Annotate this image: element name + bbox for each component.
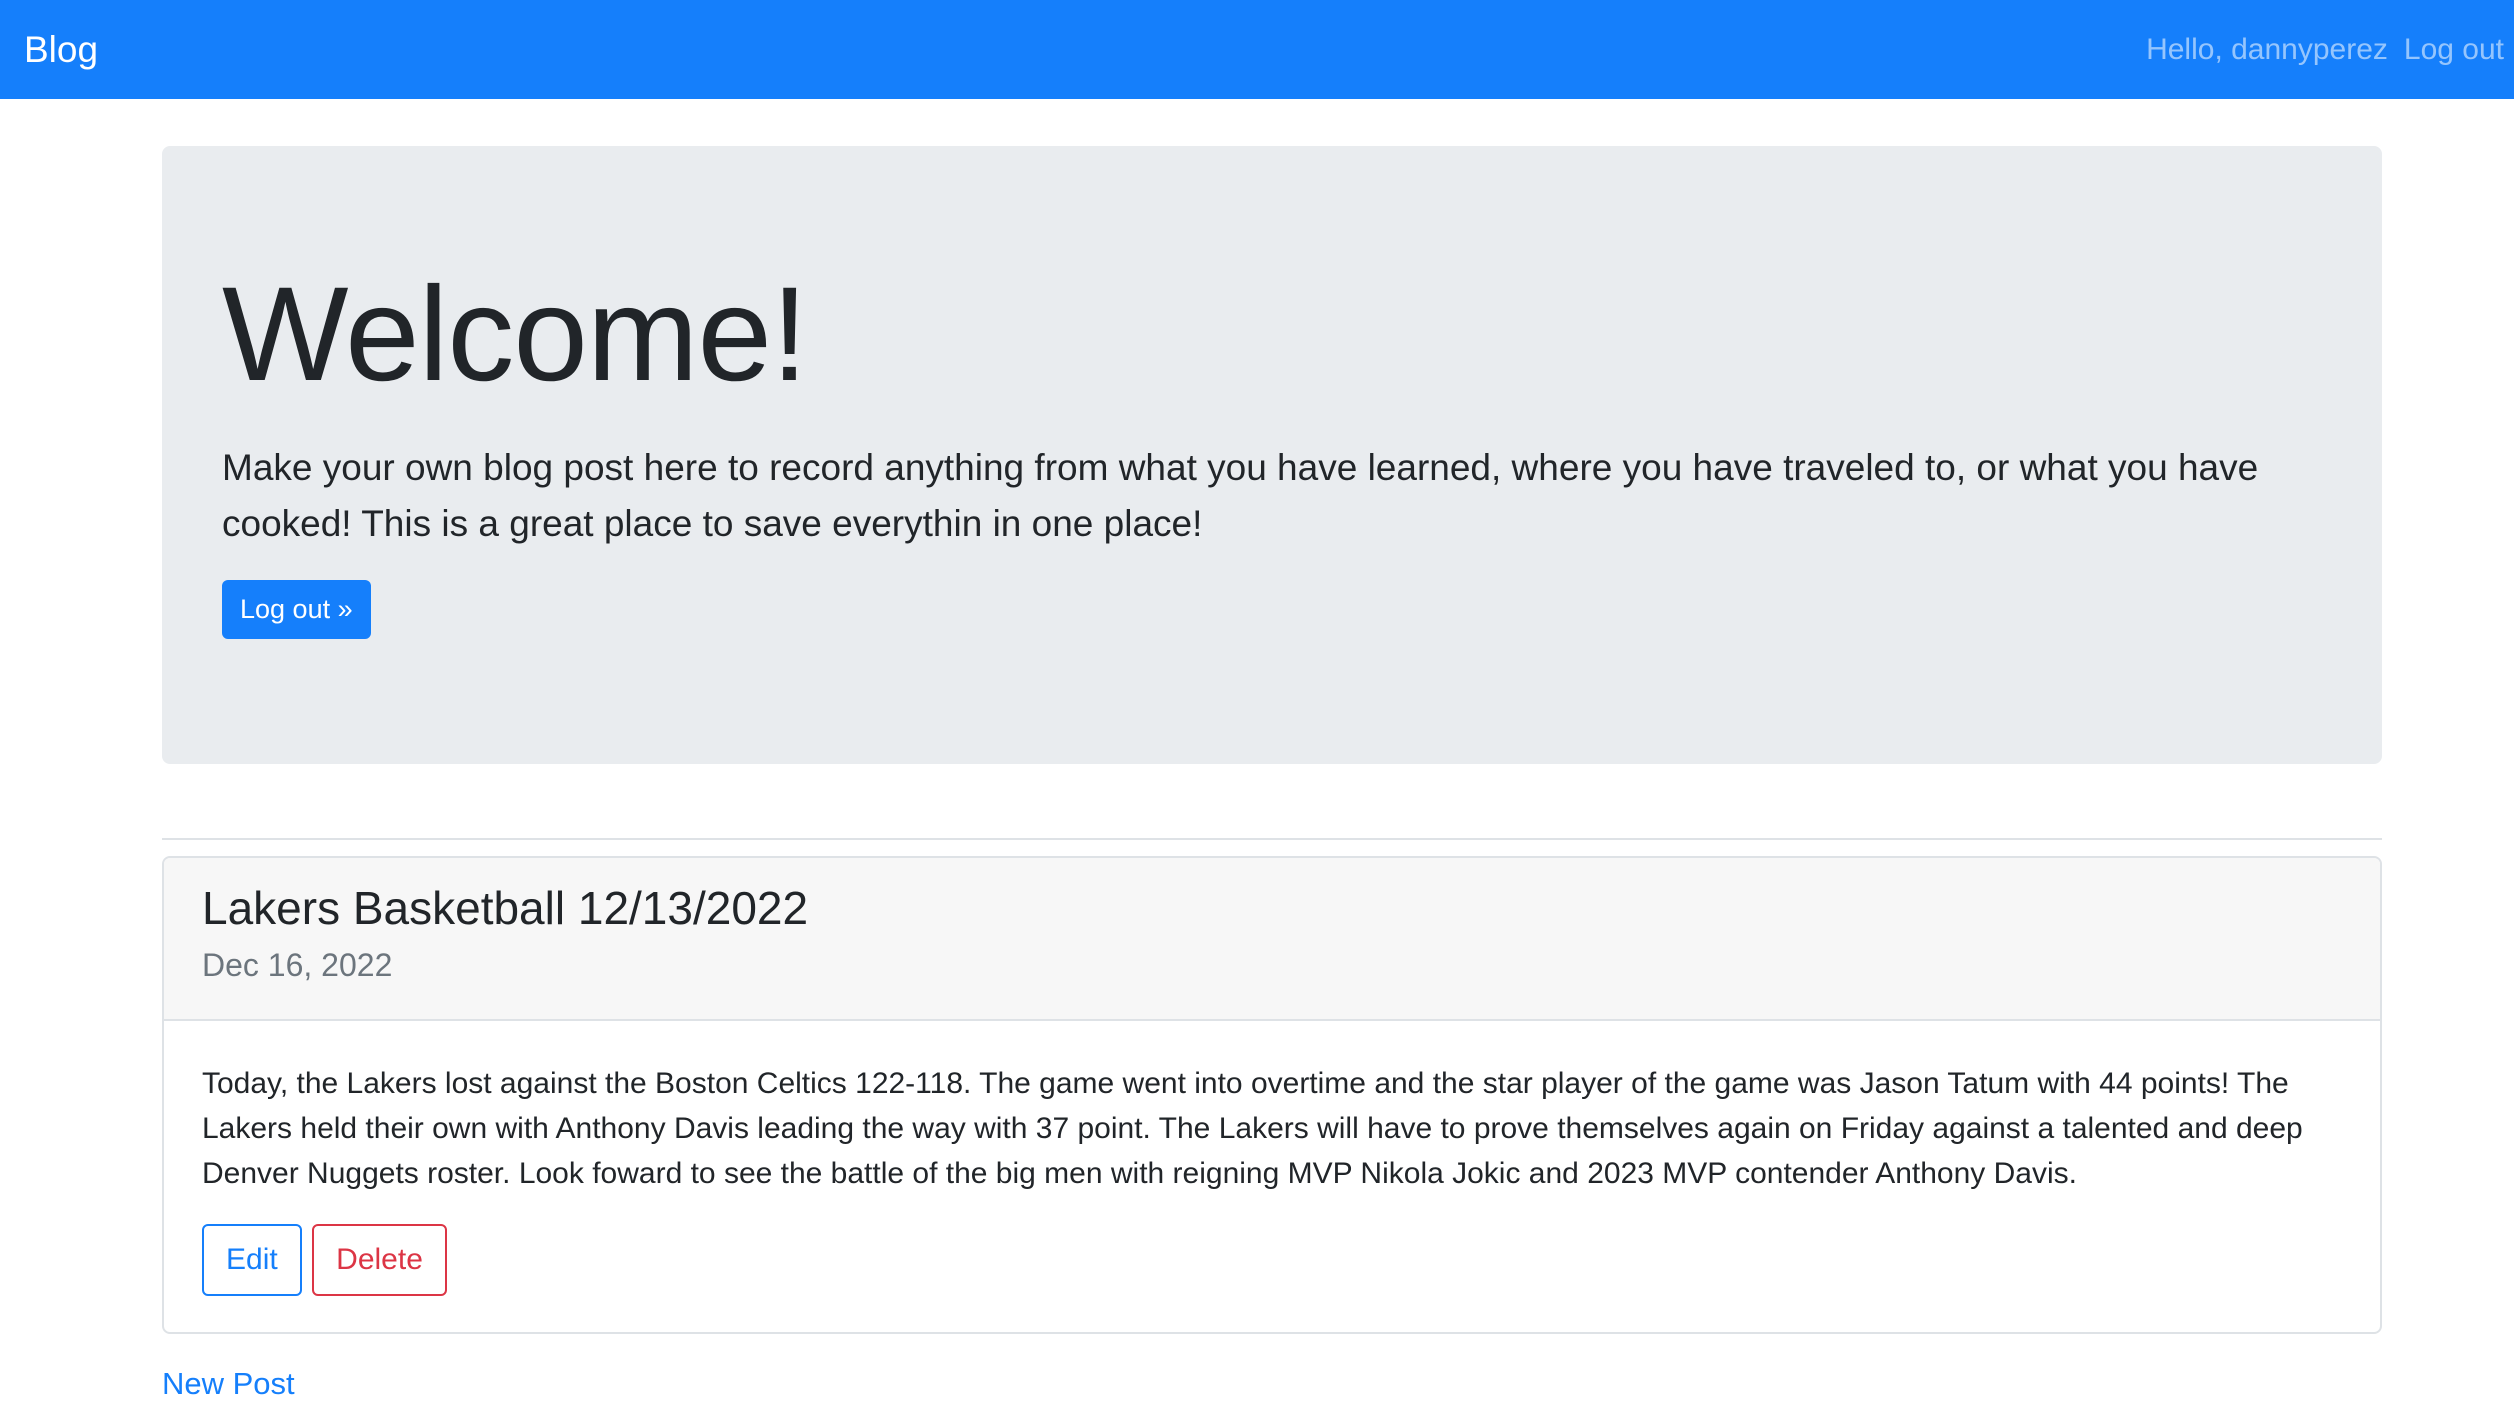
post-card-header: Lakers Basketball 12/13/2022 Dec 16, 202… — [164, 858, 2380, 1021]
nav-user-area: Hello, dannyperez Log out — [2146, 33, 2504, 67]
edit-post-button[interactable]: Edit — [202, 1224, 302, 1296]
section-divider — [162, 838, 2382, 840]
jumbotron-logout-button[interactable]: Log out » — [222, 580, 371, 639]
post-title: Lakers Basketball 12/13/2022 — [202, 882, 809, 934]
post-card-body: Today, the Lakers lost against the Bosto… — [164, 1021, 2380, 1332]
delete-post-button[interactable]: Delete — [312, 1224, 447, 1296]
post-card: Lakers Basketball 12/13/2022 Dec 16, 202… — [162, 856, 2382, 1334]
welcome-title: Welcome! — [222, 260, 808, 409]
top-navbar: Blog Hello, dannyperez Log out — [0, 0, 2514, 99]
welcome-jumbotron: Welcome! Make your own blog post here to… — [162, 146, 2382, 764]
main-container: Welcome! Make your own blog post here to… — [162, 146, 2382, 1402]
brand-link[interactable]: Blog — [24, 29, 98, 71]
welcome-lead-text: Make your own blog post here to record a… — [222, 447, 2259, 544]
nav-logout-link[interactable]: Log out — [2404, 33, 2504, 67]
post-body-text: Today, the Lakers lost against the Bosto… — [202, 1067, 2303, 1190]
new-post-link[interactable]: New Post — [162, 1366, 295, 1402]
user-greeting: Hello, dannyperez — [2146, 32, 2388, 66]
post-date: Dec 16, 2022 — [202, 946, 393, 983]
